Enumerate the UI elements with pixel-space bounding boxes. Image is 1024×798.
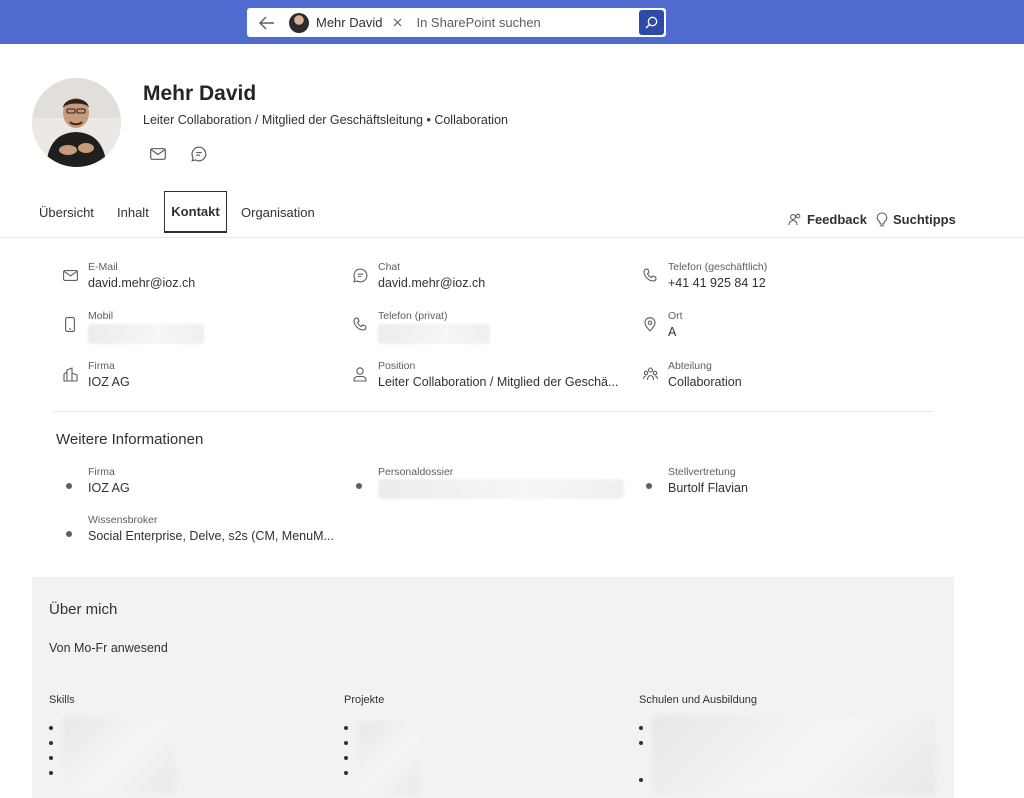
redacted-projects	[358, 721, 420, 795]
field-value: Leiter Collaboration / Mitglied der Gesc…	[378, 375, 619, 389]
lightbulb-icon	[876, 212, 888, 227]
field-value: IOZ AG	[88, 481, 130, 495]
info-deputy: Stellvertretung Burtolf Flavian	[646, 466, 906, 502]
people-group-icon	[642, 366, 658, 382]
field-value[interactable]: david.mehr@ioz.ch	[88, 276, 195, 290]
education-heading: Schulen und Ausbildung	[639, 694, 758, 706]
about-title: Über mich	[49, 601, 118, 618]
chat-icon	[352, 267, 368, 283]
redacted-skills	[62, 717, 176, 793]
bullet-dot	[646, 483, 652, 489]
field-chat: Chat david.mehr@ioz.ch	[352, 261, 612, 297]
tab-contact[interactable]: Kontakt	[164, 191, 227, 233]
info-company: Firma IOZ AG	[66, 466, 326, 502]
search-button[interactable]	[639, 10, 664, 35]
search-input[interactable]	[410, 10, 666, 35]
field-value[interactable]: +41 41 925 84 12	[668, 276, 766, 290]
search-icon	[645, 16, 658, 29]
chat-icon[interactable]	[190, 146, 208, 162]
mail-icon	[62, 267, 78, 283]
field-phone-business: Telefon (geschäftlich) +41 41 925 84 12	[642, 261, 902, 297]
mail-icon[interactable]	[149, 146, 167, 162]
field-label: Telefon (privat)	[378, 310, 448, 322]
feedback-link[interactable]: Feedback	[788, 212, 867, 227]
tabs-divider	[0, 237, 1024, 238]
close-icon[interactable]	[390, 16, 404, 30]
field-location: Ort A	[642, 310, 902, 346]
field-position: Position Leiter Collaboration / Mitglied…	[352, 360, 632, 396]
redacted-value	[378, 324, 490, 344]
info-knowledge-broker: Wissensbroker Social Enterprise, Delve, …	[66, 514, 346, 550]
search-tips-link[interactable]: Suchtipps	[876, 212, 956, 227]
field-label: Telefon (geschäftlich)	[668, 261, 768, 273]
bullet-dot	[356, 483, 362, 489]
back-arrow-icon[interactable]	[247, 8, 287, 37]
more-info-title: Weitere Informationen	[56, 431, 204, 448]
field-label: Firma	[88, 360, 115, 372]
bullet-dot	[66, 483, 72, 489]
field-label: Abteilung	[668, 360, 712, 372]
field-value: IOZ AG	[88, 375, 130, 389]
tab-content[interactable]: Inhalt	[117, 205, 149, 220]
redacted-value	[88, 324, 204, 344]
field-label: Position	[378, 360, 416, 372]
about-text: Von Mo-Fr anwesend	[49, 641, 168, 655]
profile-avatar	[32, 78, 121, 167]
search-scope-chip[interactable]: Mehr David	[287, 11, 411, 34]
field-label: Wissensbroker	[88, 514, 158, 526]
skills-heading: Skills	[49, 694, 75, 706]
field-value: Collaboration	[668, 375, 742, 389]
tab-organisation[interactable]: Organisation	[241, 205, 315, 220]
field-value: A	[668, 325, 677, 339]
field-label: Chat	[378, 261, 401, 273]
location-pin-icon	[642, 316, 658, 332]
field-label: Stellvertretung	[668, 466, 736, 478]
tab-overview[interactable]: Übersicht	[39, 205, 94, 220]
field-phone-private: Telefon (privat)	[352, 310, 612, 346]
field-department: Abteilung Collaboration	[642, 360, 902, 396]
field-label: Personaldossier	[378, 466, 454, 478]
field-label: Firma	[88, 466, 115, 478]
feedback-label: Feedback	[807, 212, 867, 227]
search-tips-label: Suchtipps	[893, 212, 956, 227]
info-personnel-dossier: Personaldossier	[356, 466, 636, 502]
top-bar: Mehr David	[0, 0, 1024, 44]
about-me-section: Über mich Von Mo-Fr anwesend Skills Proj…	[32, 577, 954, 798]
feedback-icon	[788, 213, 801, 225]
field-value: Social Enterprise, Delve, s2s (CM, MenuM…	[88, 529, 334, 543]
profile-name: Mehr David	[143, 82, 257, 105]
field-label: Mobil	[88, 310, 114, 322]
field-value[interactable]: Burtolf Flavian	[668, 481, 748, 495]
person-icon	[352, 366, 368, 382]
redacted-education	[652, 715, 936, 795]
mobile-phone-icon	[62, 316, 78, 332]
profile-subtitle: Leiter Collaboration / Mitglied der Gesc…	[143, 113, 508, 127]
bullet-dot	[66, 531, 72, 537]
section-divider	[52, 411, 933, 412]
field-label: E-Mail	[88, 261, 118, 273]
building-icon	[62, 366, 78, 382]
phone-icon	[642, 267, 658, 283]
field-label: Ort	[668, 310, 683, 322]
chip-avatar	[289, 12, 309, 33]
field-company: Firma IOZ AG	[62, 360, 322, 396]
search-box[interactable]: Mehr David	[247, 8, 666, 37]
field-value[interactable]: david.mehr@ioz.ch	[378, 276, 485, 290]
phone-icon	[352, 316, 368, 332]
redacted-value	[378, 479, 624, 499]
field-email: E-Mail david.mehr@ioz.ch	[62, 261, 322, 297]
chip-label: Mehr David	[316, 15, 383, 30]
projects-heading: Projekte	[344, 694, 385, 706]
field-mobile: Mobil	[62, 310, 322, 346]
